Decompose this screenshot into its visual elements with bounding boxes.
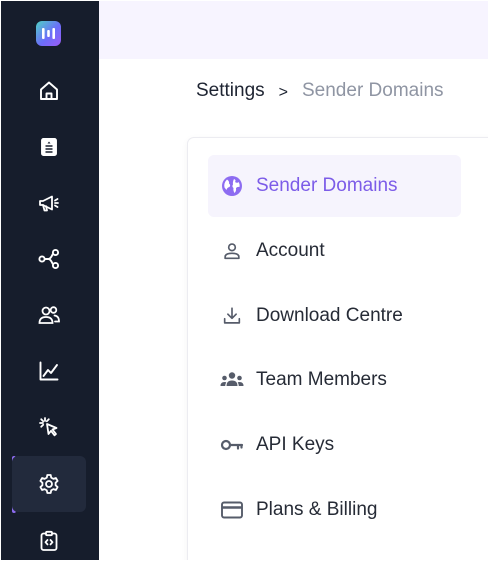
top-bar — [99, 1, 488, 59]
user-icon — [218, 237, 246, 265]
settings-menu-label: Sender Domains — [256, 175, 398, 196]
settings-menu-label: Account — [256, 240, 325, 261]
settings-menu-sender-domains[interactable]: Sender Domains — [208, 155, 461, 217]
sidebar-item-tracking[interactable] — [12, 399, 86, 455]
team-icon — [218, 366, 246, 394]
logo-mark-icon — [42, 28, 55, 39]
sidebar-item-analytics[interactable] — [12, 343, 86, 399]
megaphone-icon — [39, 195, 59, 212]
breadcrumb: Settings > Sender Domains — [196, 79, 444, 103]
sidebar-item-campaigns[interactable] — [12, 119, 86, 175]
breadcrumb-current: Sender Domains — [302, 80, 444, 101]
sidebar-item-announcements[interactable] — [12, 175, 86, 231]
main-content: Settings > Sender Domains Sender Domains — [99, 59, 488, 560]
code-clipboard-icon — [40, 530, 58, 551]
globe-icon — [218, 172, 246, 200]
app-logo[interactable] — [36, 21, 61, 46]
sidebar — [1, 1, 99, 560]
settings-menu-label: API Keys — [256, 434, 335, 455]
settings-menu-card: Sender Domains Account Download Centre T… — [188, 138, 488, 560]
settings-menu-label: Plans & Billing — [256, 499, 378, 520]
sidebar-item-home[interactable] — [12, 63, 86, 119]
key-icon — [218, 431, 246, 459]
settings-menu-label: Team Members — [256, 369, 387, 390]
share-nodes-icon — [38, 248, 60, 270]
sidebar-item-developer[interactable] — [12, 513, 86, 560]
settings-menu-download-centre[interactable]: Download Centre — [208, 285, 461, 347]
users-icon — [38, 306, 60, 324]
credit-card-icon — [218, 496, 246, 524]
document-list-icon — [41, 138, 57, 156]
sidebar-item-flows[interactable] — [12, 231, 86, 287]
sidebar-item-settings[interactable] — [12, 456, 86, 512]
chart-line-icon — [39, 361, 59, 381]
settings-menu-team-members[interactable]: Team Members — [208, 349, 461, 411]
home-icon — [40, 81, 58, 100]
download-icon — [218, 302, 246, 330]
cursor-click-icon — [39, 417, 58, 437]
settings-menu-label: Download Centre — [256, 305, 403, 326]
settings-menu-plans-billing[interactable]: Plans & Billing — [208, 479, 461, 541]
gear-icon — [39, 474, 59, 494]
breadcrumb-separator: > — [278, 84, 288, 101]
app-frame: Settings > Sender Domains Sender Domains — [1, 1, 488, 560]
sidebar-item-contacts[interactable] — [12, 287, 86, 343]
settings-menu-account[interactable]: Account — [208, 220, 461, 282]
breadcrumb-settings-link[interactable]: Settings — [196, 80, 265, 102]
settings-menu-api-keys[interactable]: API Keys — [208, 414, 461, 476]
